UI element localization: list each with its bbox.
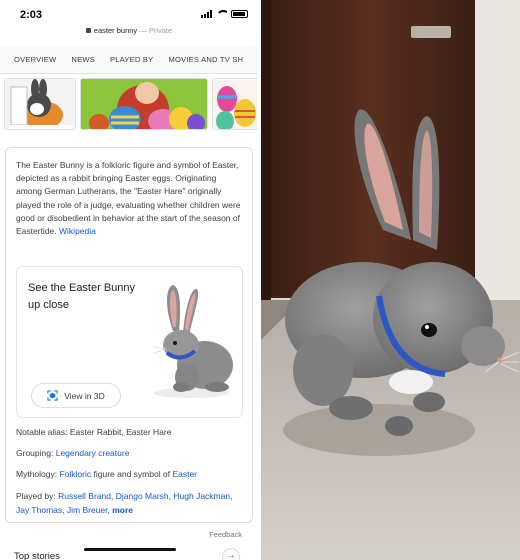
actor-link[interactable]: Hugh Jackman	[173, 491, 230, 501]
fact-value: Easter Rabbit, Easter Hare	[69, 427, 172, 437]
easter-link[interactable]: Easter	[172, 469, 197, 479]
search-tabs: OVERVIEW NEWS PLAYED BY MOVIES AND TV SH	[0, 46, 258, 74]
tab-overview[interactable]: OVERVIEW	[14, 55, 56, 64]
fact-label: Notable alias:	[16, 427, 68, 437]
actor-link[interactable]: Jim Breuer	[67, 505, 108, 515]
ar-cube-icon	[47, 390, 58, 401]
fact-notable-alias: Notable alias: Easter Rabbit, Easter Har…	[16, 427, 246, 438]
top-stories-arrow-button[interactable]: →	[222, 548, 240, 560]
actor-link[interactable]: Django Marsh	[116, 491, 169, 501]
fact-grouping: Grouping: Legendary creature	[16, 448, 246, 459]
image-thumbnail-easter-eggs[interactable]	[80, 78, 208, 130]
lock-icon	[85, 28, 91, 33]
battery-icon	[231, 10, 248, 18]
arrow-right-icon: →	[226, 550, 236, 560]
status-time: 2:03	[20, 9, 43, 21]
knowledge-panel: The Easter Bunny is a folkloric figure a…	[5, 147, 253, 523]
wikipedia-link[interactable]: Wikipedia	[59, 226, 96, 236]
actor-link[interactable]: Jay Thomas	[16, 505, 62, 515]
tab-news[interactable]: NEWS	[71, 55, 95, 64]
image-thumbnail-painted-eggs[interactable]	[212, 78, 258, 130]
tab-movies-and-tv[interactable]: MOVIES AND TV SH	[168, 55, 243, 64]
feedback-link[interactable]: Feedback	[209, 530, 242, 539]
fact-played-by: Played by: Russell Brand, Django Marsh, …	[16, 491, 233, 515]
phone-screen: 2:03 easter bunny — Private OVERVIEW NEW…	[0, 0, 258, 560]
fact-label: Grouping:	[16, 448, 54, 458]
view-in-3d-title: See the Easter Bunny up close	[28, 282, 136, 311]
actor-link[interactable]: Russell Brand	[58, 491, 111, 501]
home-indicator[interactable]	[84, 548, 176, 551]
status-bar: 2:03	[0, 0, 258, 28]
image-thumbnail-cartoon-bunny[interactable]	[4, 78, 76, 130]
folkloric-link[interactable]: Folkloric	[59, 469, 91, 479]
facts-list: Notable alias: Easter Rabbit, Easter Har…	[16, 427, 246, 527]
ar-scene	[261, 0, 520, 560]
wifi-icon	[216, 10, 227, 18]
fact-mythology: Mythology: Folkloric figure and symbol o…	[16, 469, 246, 480]
description-text: The Easter Bunny is a folkloric figure a…	[16, 160, 241, 237]
description: The Easter Bunny is a folkloric figure a…	[16, 159, 244, 238]
view-in-3d-card: See the Easter Bunny up close View in 3D	[16, 266, 243, 418]
private-label: — Private	[137, 26, 173, 35]
view-in-3d-button[interactable]: View in 3D	[31, 383, 121, 408]
tab-played-by[interactable]: PLAYED BY	[110, 55, 153, 64]
address-bar[interactable]: easter bunny — Private	[0, 26, 258, 44]
fact-value: figure and symbol of	[93, 469, 171, 479]
fact-label: Played by:	[16, 491, 56, 501]
cellular-signal-icon	[201, 10, 212, 18]
fact-label: Mythology:	[16, 469, 58, 479]
more-link[interactable]: more	[112, 505, 133, 515]
ar-camera-view	[261, 0, 520, 560]
legendary-creature-link[interactable]: Legendary creature	[56, 448, 130, 458]
view-in-3d-label: View in 3D	[64, 390, 105, 401]
image-strip	[0, 76, 258, 132]
status-icons	[201, 10, 248, 18]
url-query: easter bunny	[93, 26, 138, 35]
top-stories-heading: Top stories	[14, 551, 60, 560]
bunny-3d-preview[interactable]	[135, 281, 241, 399]
